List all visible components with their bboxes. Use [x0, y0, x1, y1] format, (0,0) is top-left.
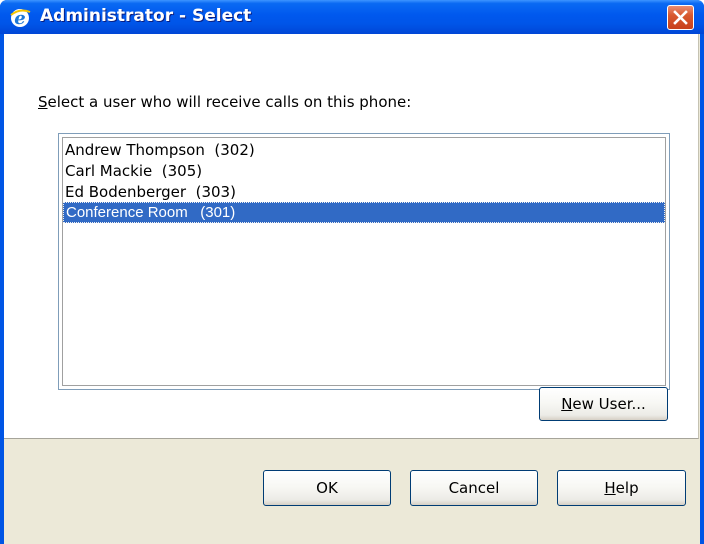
help-button[interactable]: Help — [557, 470, 686, 506]
prompt-text: elect a user who will receive calls on t… — [47, 93, 412, 111]
prompt-accelerator: S — [38, 93, 48, 111]
list-item-ed-bodenberger[interactable]: Ed Bodenberger (303) — [63, 182, 665, 203]
close-icon — [673, 10, 688, 25]
list-item-andrew-thompson[interactable]: Andrew Thompson (302) — [63, 140, 665, 161]
title-bar[interactable]: e Administrator - Select — [0, 0, 704, 34]
help-label: elp — [615, 479, 639, 497]
user-selection-panel: Select a user who will receive calls on … — [4, 34, 699, 439]
cancel-button[interactable]: Cancel — [410, 470, 538, 506]
dialog-window: e Administrator - Select Select a user w… — [0, 0, 704, 544]
dialog-body: Select a user who will receive calls on … — [4, 34, 700, 544]
list-item-carl-mackie[interactable]: Carl Mackie (305) — [63, 161, 665, 182]
new-user-button[interactable]: New User... — [539, 387, 668, 421]
new-user-accelerator: N — [561, 395, 573, 413]
user-select-prompt: Select a user who will receive calls on … — [38, 93, 411, 111]
window-title: Administrator - Select — [40, 6, 252, 26]
list-item-conference-room[interactable]: Conference Room (301) — [63, 202, 665, 223]
ok-button[interactable]: OK — [263, 470, 391, 506]
user-listbox[interactable]: Andrew Thompson (302) Carl Mackie (305) … — [58, 133, 670, 390]
close-button[interactable] — [667, 5, 694, 30]
help-accelerator: H — [604, 479, 616, 497]
new-user-label: ew User... — [572, 395, 646, 413]
internet-explorer-icon: e — [10, 8, 31, 29]
user-list: Andrew Thompson (302) Carl Mackie (305) … — [62, 137, 666, 386]
